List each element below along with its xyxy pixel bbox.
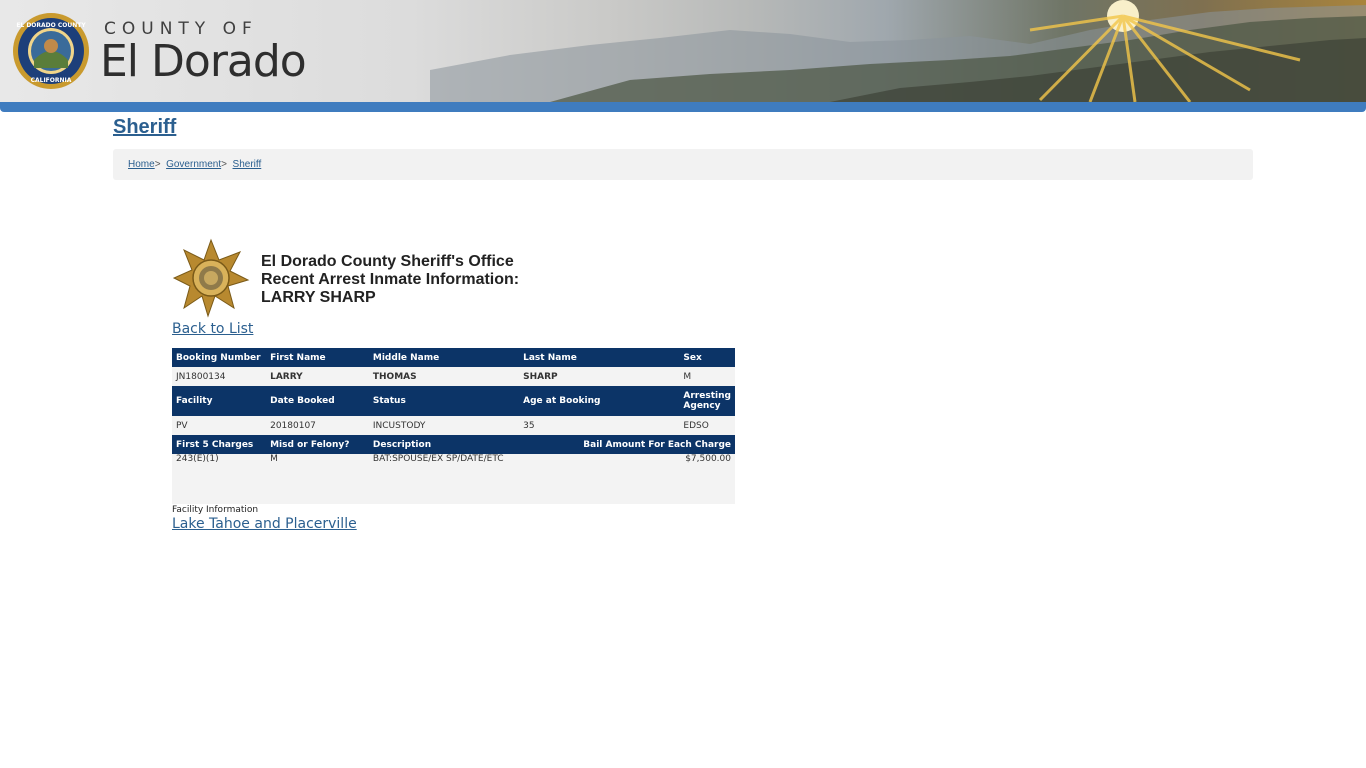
facility: PV: [172, 416, 267, 435]
header-last-name: Last Name: [519, 348, 680, 367]
status: INCUSTODY: [368, 416, 520, 435]
heading-inmate-name: LARRY SHARP: [261, 289, 376, 306]
breadcrumb-items: Home> Government> Sheriff: [128, 159, 261, 170]
charge-description: BAT:SPOUSE/EX SP/DATE/ETC: [368, 454, 520, 504]
header-sex: Sex: [679, 348, 735, 367]
charge-row: 243(E)(1) M BAT:SPOUSE/EX SP/DATE/ETC $7…: [172, 454, 735, 504]
charge-type: M: [266, 454, 369, 504]
age-at-booking: 35: [519, 416, 680, 435]
header-status: Status: [368, 386, 520, 416]
back-to-list-link[interactable]: Back to List: [172, 321, 253, 337]
header-arresting-agency: Arresting Agency: [679, 386, 735, 416]
banner-county-name[interactable]: El Dorado: [100, 36, 307, 87]
county-seal-logo: EL DORADO COUNTY CALIFORNIA: [13, 13, 89, 89]
middle-name: THOMAS: [368, 367, 520, 386]
heading-subtitle: Recent Arrest Inmate Information:: [261, 271, 520, 288]
date-booked: 20180107: [266, 416, 369, 435]
sex: M: [679, 367, 735, 386]
breadcrumb-sheriff-link[interactable]: Sheriff: [233, 159, 262, 170]
page-title[interactable]: Sheriff: [113, 116, 176, 139]
header-date-booked: Date Booked: [266, 386, 369, 416]
breadcrumb-home-link[interactable]: Home: [128, 159, 155, 170]
sheriff-badge-icon: [172, 238, 250, 318]
arresting-agency: EDSO: [679, 416, 735, 435]
inmate-heading: El Dorado County Sheriff's Office Recent…: [261, 253, 519, 307]
header-bail-amount: Bail Amount For Each Charge: [519, 435, 735, 454]
header-description: Description: [368, 435, 520, 454]
booking-number: JN1800134: [172, 367, 267, 386]
table-header-row: First 5 Charges Misd or Felony? Descript…: [172, 435, 735, 454]
site-banner: EL DORADO COUNTY CALIFORNIA COUNTY OF El…: [0, 0, 1366, 112]
table-header-row: Facility Date Booked Status Age at Booki…: [172, 386, 735, 416]
header-age-at-booking: Age at Booking: [519, 386, 680, 416]
header-misd-or-felony: Misd or Felony?: [266, 435, 369, 454]
breadcrumb-government-link[interactable]: Government: [166, 159, 221, 170]
last-name: SHARP: [519, 367, 680, 386]
mountain-landscape-image: [430, 0, 1366, 102]
facility-info-link[interactable]: Lake Tahoe and Placerville: [172, 516, 357, 532]
svg-text:EL DORADO COUNTY: EL DORADO COUNTY: [16, 22, 86, 29]
facility-info-label: Facility Information: [172, 505, 259, 515]
header-booking-number: Booking Number: [172, 348, 267, 367]
table-row: PV 20180107 INCUSTODY 35 EDSO: [172, 416, 735, 435]
header-middle-name: Middle Name: [368, 348, 520, 367]
svg-text:CALIFORNIA: CALIFORNIA: [31, 77, 72, 84]
heading-office: El Dorado County Sheriff's Office: [261, 253, 514, 270]
breadcrumb-separator: >: [154, 159, 161, 170]
inmate-info-table: Booking Number First Name Middle Name La…: [172, 348, 735, 504]
header-charges: First 5 Charges: [172, 435, 267, 454]
charge-code: 243(E)(1): [172, 454, 267, 504]
charge-bail: $7,500.00: [519, 454, 735, 504]
header-facility: Facility: [172, 386, 267, 416]
breadcrumb: Home> Government> Sheriff: [113, 149, 1253, 180]
table-header-row: Booking Number First Name Middle Name La…: [172, 348, 735, 367]
breadcrumb-separator: >: [221, 159, 227, 170]
first-name: LARRY: [266, 367, 369, 386]
table-row: JN1800134 LARRY THOMAS SHARP M: [172, 367, 735, 386]
banner-stripe: [0, 102, 1366, 112]
header-first-name: First Name: [266, 348, 369, 367]
